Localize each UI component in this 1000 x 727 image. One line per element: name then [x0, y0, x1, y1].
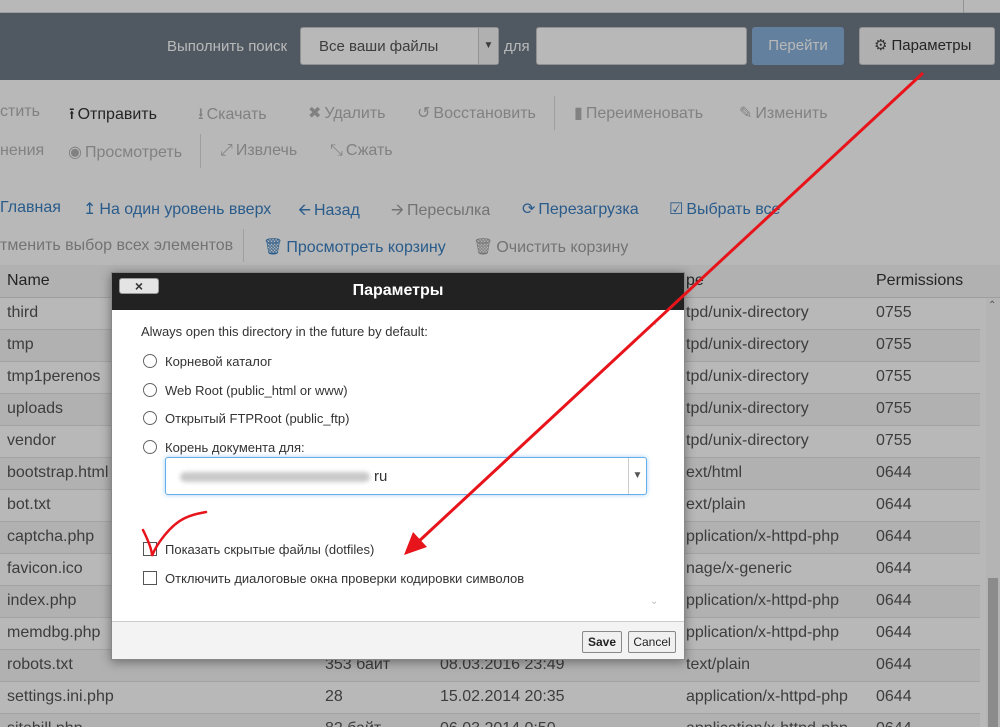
annotation-arrow-line: [415, 71, 925, 545]
red-annotation: [141, 71, 925, 557]
file-manager-window: Выполнить поиск Все ваши файлы ▼ для Пер…: [0, 0, 1000, 727]
annotation-checkmark: [141, 510, 208, 557]
